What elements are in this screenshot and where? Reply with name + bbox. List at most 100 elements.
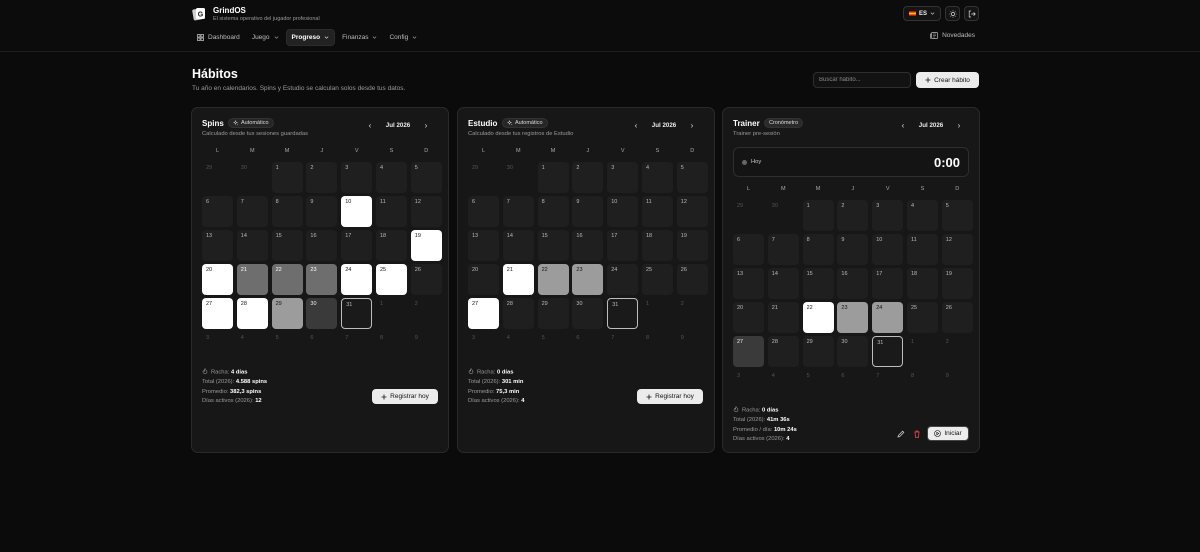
language-selector[interactable]: ES [902,6,941,21]
calendar-day[interactable]: 5 [941,200,973,231]
calendar-day[interactable]: 6 [468,196,499,227]
calendar-day[interactable]: 28 [236,298,268,329]
calendar-day[interactable]: 19 [410,230,442,261]
calendar-day[interactable]: 22 [271,264,303,295]
calendar-day[interactable]: 10 [607,196,639,227]
calendar-day[interactable]: 1 [271,162,303,193]
calendar-day[interactable]: 16 [572,230,604,261]
create-habit-button[interactable]: Crear hábito [916,72,979,88]
calendar-day[interactable]: 13 [202,230,233,261]
calendar-day-today[interactable]: 31 [341,298,373,329]
calendar-day[interactable]: 14 [502,230,534,261]
calendar-day[interactable]: 9 [572,196,604,227]
calendar-day[interactable]: 16 [306,230,338,261]
calendar-day[interactable]: 4 [906,200,938,231]
calendar-day[interactable]: 9 [306,196,338,227]
calendar-day[interactable]: 3 [341,162,373,193]
calendar-day[interactable]: 10 [341,196,373,227]
calendar-day[interactable]: 30 [837,336,869,367]
search-habit-input[interactable] [813,72,911,88]
calendar-day[interactable]: 2 [306,162,338,193]
calendar-day[interactable]: 5 [676,162,708,193]
calendar-day[interactable]: 14 [767,268,799,299]
calendar-day[interactable]: 6 [733,234,764,265]
calendar-day[interactable]: 1 [537,162,569,193]
calendar-day[interactable]: 29 [271,298,303,329]
calendar-day[interactable]: 25 [641,264,673,295]
calendar-day[interactable]: 29 [537,298,569,329]
calendar-day[interactable]: 20 [468,264,499,295]
calendar-day[interactable]: 19 [941,268,973,299]
grindos-logo-icon[interactable]: G [192,7,206,21]
edit-pencil-icon[interactable] [896,429,906,439]
calendar-day[interactable]: 11 [375,196,407,227]
calendar-day[interactable]: 20 [733,302,764,333]
calendar-day[interactable]: 1 [802,200,834,231]
calendar-day[interactable]: 12 [676,196,708,227]
calendar-day[interactable]: 21 [236,264,268,295]
calendar-day[interactable]: 7 [767,234,799,265]
calendar-day[interactable]: 19 [676,230,708,261]
start-timer-button[interactable]: Iniciar [927,426,969,441]
calendar-day[interactable]: 2 [837,200,869,231]
calendar-day-today[interactable]: 31 [607,298,639,329]
register-today-button[interactable]: Registrar hoy [637,389,703,404]
calendar-day[interactable]: 8 [802,234,834,265]
prev-month-button[interactable]: ‹ [897,120,909,130]
nav-juego[interactable]: Juego [247,29,284,46]
calendar-day[interactable]: 20 [202,264,233,295]
calendar-day[interactable]: 7 [236,196,268,227]
calendar-day[interactable]: 3 [607,162,639,193]
calendar-day[interactable]: 18 [641,230,673,261]
calendar-day[interactable]: 4 [375,162,407,193]
calendar-day[interactable]: 12 [410,196,442,227]
calendar-day[interactable]: 13 [733,268,764,299]
calendar-day[interactable]: 23 [572,264,604,295]
calendar-day[interactable]: 21 [767,302,799,333]
calendar-day[interactable]: 26 [676,264,708,295]
calendar-day[interactable]: 29 [802,336,834,367]
calendar-day[interactable]: 23 [306,264,338,295]
calendar-day[interactable]: 17 [341,230,373,261]
calendar-day[interactable]: 25 [906,302,938,333]
delete-trash-icon[interactable] [912,429,922,439]
news-link[interactable]: Novedades [930,32,975,39]
calendar-day[interactable]: 2 [572,162,604,193]
calendar-day[interactable]: 24 [341,264,373,295]
calendar-day[interactable]: 17 [872,268,904,299]
prev-month-button[interactable]: ‹ [364,120,376,130]
calendar-day[interactable]: 28 [767,336,799,367]
calendar-day[interactable]: 8 [537,196,569,227]
calendar-day[interactable]: 6 [202,196,233,227]
nav-progreso[interactable]: Progreso [285,29,336,46]
calendar-day[interactable]: 7 [502,196,534,227]
calendar-day[interactable]: 15 [271,230,303,261]
calendar-day[interactable]: 25 [375,264,407,295]
calendar-day[interactable]: 5 [410,162,442,193]
calendar-day[interactable]: 8 [271,196,303,227]
calendar-day[interactable]: 14 [236,230,268,261]
calendar-day[interactable]: 15 [537,230,569,261]
calendar-day[interactable]: 27 [202,298,233,329]
calendar-day[interactable]: 15 [802,268,834,299]
calendar-day[interactable]: 9 [837,234,869,265]
calendar-day[interactable]: 13 [468,230,499,261]
calendar-day[interactable]: 27 [468,298,499,329]
calendar-day[interactable]: 24 [872,302,904,333]
prev-month-button[interactable]: ‹ [630,120,642,130]
calendar-day[interactable]: 18 [906,268,938,299]
calendar-day[interactable]: 11 [641,196,673,227]
theme-toggle-button[interactable] [945,6,960,21]
calendar-day[interactable]: 30 [306,298,338,329]
calendar-day[interactable]: 11 [906,234,938,265]
calendar-day[interactable]: 22 [802,302,834,333]
calendar-day[interactable]: 18 [375,230,407,261]
calendar-day[interactable]: 22 [537,264,569,295]
register-today-button[interactable]: Registrar hoy [372,389,438,404]
calendar-day[interactable]: 4 [641,162,673,193]
nav-dashboard[interactable]: Dashboard [192,29,245,46]
calendar-day[interactable]: 3 [872,200,904,231]
next-month-button[interactable]: › [953,120,965,130]
calendar-day[interactable]: 26 [410,264,442,295]
calendar-day[interactable]: 27 [733,336,764,367]
